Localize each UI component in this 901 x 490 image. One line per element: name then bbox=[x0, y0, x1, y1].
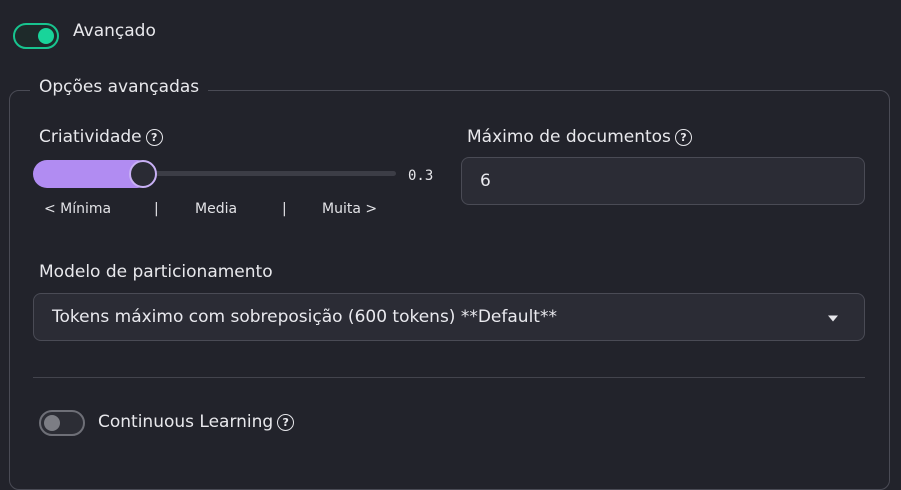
chevron-down-icon bbox=[828, 315, 838, 322]
scale-max-label: Muita > bbox=[322, 201, 378, 217]
help-icon[interactable]: ? bbox=[674, 129, 692, 146]
creativity-value: 0.3 bbox=[408, 168, 434, 184]
max-documents-input[interactable]: 6 bbox=[461, 157, 865, 205]
max-documents-label: Máximo de documentos bbox=[467, 127, 671, 147]
continuous-learning-label: Continuous Learning bbox=[98, 412, 274, 432]
chunking-model-label: Modelo de particionamento bbox=[39, 262, 273, 282]
creativity-slider-thumb[interactable] bbox=[128, 160, 157, 188]
help-icon[interactable]: ? bbox=[145, 129, 163, 146]
chunking-model-selected: Tokens máximo com sobreposição (600 toke… bbox=[52, 307, 557, 327]
scale-mid-label: Media bbox=[195, 201, 238, 217]
advanced-options-legend: Opções avançadas bbox=[30, 77, 209, 97]
toggle-knob bbox=[38, 28, 54, 44]
advanced-toggle[interactable] bbox=[13, 23, 59, 49]
continuous-learning-toggle[interactable] bbox=[39, 410, 85, 436]
toggle-knob bbox=[44, 415, 60, 431]
continuous-learning-label-row: Continuous Learning? bbox=[98, 412, 295, 432]
scale-separator: | bbox=[282, 201, 287, 217]
creativity-label-row: Criatividade? bbox=[39, 127, 163, 147]
max-documents-label-row: Máximo de documentos? bbox=[467, 127, 692, 147]
chunking-model-select[interactable]: Tokens máximo com sobreposição (600 toke… bbox=[33, 293, 865, 341]
help-icon[interactable]: ? bbox=[277, 414, 295, 431]
creativity-label: Criatividade bbox=[39, 127, 142, 147]
scale-separator: | bbox=[154, 201, 159, 217]
section-divider bbox=[33, 377, 865, 378]
max-documents-value: 6 bbox=[480, 171, 491, 191]
scale-min-label: < Mínima bbox=[44, 201, 112, 217]
advanced-toggle-label: Avançado bbox=[73, 21, 156, 41]
